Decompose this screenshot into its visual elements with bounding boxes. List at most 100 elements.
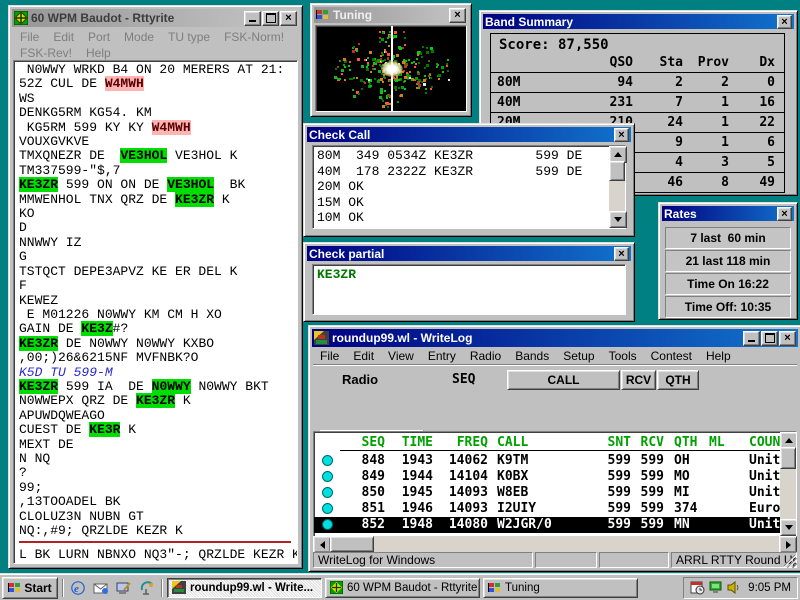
speaker-icon[interactable] xyxy=(726,580,741,595)
terminal-line: MEXT DE xyxy=(19,438,297,452)
terminal-text: 599 ON ON DE xyxy=(58,177,167,192)
menu-view[interactable]: View xyxy=(381,348,421,364)
scroll-down-button[interactable] xyxy=(609,211,627,228)
log-grid-scrollbar[interactable] xyxy=(780,432,796,536)
menu-mode[interactable]: Mode xyxy=(117,29,161,45)
close-button[interactable]: × xyxy=(614,247,629,261)
maximize-button[interactable] xyxy=(761,331,778,346)
tuning-window: Tuning × xyxy=(310,3,472,117)
writelog-toolbar: Radio SEQ CALL RCV QTH 14087 KHzFSK L 85… xyxy=(313,364,797,432)
close-button[interactable]: × xyxy=(777,15,792,29)
channels-icon[interactable] xyxy=(137,578,157,598)
log-row[interactable]: 852194814080W2JGR/0599599MNUnit xyxy=(314,517,796,533)
callsign-highlight: KE3ZR xyxy=(19,379,58,394)
terminal-line: KE3ZR 599 IA DE N0WWY N0WWY BKT xyxy=(19,380,297,394)
scroll-thumb[interactable] xyxy=(330,536,374,552)
maximize-button[interactable] xyxy=(262,11,279,26)
outlook-icon[interactable] xyxy=(91,578,111,598)
windows-flag-icon xyxy=(8,582,21,594)
rates-titlebar[interactable]: Rates × xyxy=(662,206,794,221)
seq-label: SEQ xyxy=(452,372,475,387)
column-header-qth[interactable]: QTH xyxy=(664,435,709,450)
close-button[interactable]: × xyxy=(777,207,792,221)
menu-entry[interactable]: Entry xyxy=(421,348,463,364)
log-row[interactable]: 850194514093W8EB599599MIUnit xyxy=(314,484,796,500)
menu-bands[interactable]: Bands xyxy=(508,348,556,364)
tuning-display[interactable] xyxy=(315,25,467,112)
close-button[interactable]: × xyxy=(280,11,297,26)
minimize-button[interactable] xyxy=(743,331,760,346)
terminal-line: TSTQCT DEPE3APVZ KE ER DEL K xyxy=(19,265,297,279)
qso-bullet xyxy=(314,455,340,466)
check-partial-titlebar[interactable]: Check partial × xyxy=(307,246,631,261)
column-header-rcv[interactable]: RCV xyxy=(631,435,664,450)
menu-contest[interactable]: Contest xyxy=(644,348,699,364)
writelog-titlebar[interactable]: roundup99.wl - WriteLog × xyxy=(312,329,798,347)
qso-count: 231 xyxy=(549,95,633,110)
column-header-ml[interactable]: ML xyxy=(709,435,745,450)
call-column-button[interactable]: CALL xyxy=(507,370,620,390)
dx-count: 16 xyxy=(729,95,775,110)
score-label: Score: 87,550 xyxy=(491,34,784,53)
menu-fsk-norm[interactable]: FSK-Norm! xyxy=(217,29,291,45)
menu-setup[interactable]: Setup xyxy=(556,348,601,364)
task-button-tuning[interactable]: Tuning xyxy=(483,578,638,598)
column-header-time[interactable]: TIME xyxy=(385,435,433,450)
menu-file[interactable]: File xyxy=(313,348,346,364)
show-desktop-icon[interactable] xyxy=(114,578,134,598)
scheduler-icon[interactable] xyxy=(690,580,705,595)
noise-pixel xyxy=(421,56,423,58)
menu-tools[interactable]: Tools xyxy=(602,348,644,364)
tuning-signal-glow xyxy=(381,61,403,77)
log-horizontal-scrollbar[interactable] xyxy=(313,536,797,552)
menu-edit[interactable]: Edit xyxy=(346,348,381,364)
menu-file[interactable]: File xyxy=(13,29,46,45)
taskbar-clock[interactable]: 9:05 PM xyxy=(748,582,791,594)
scroll-left-button[interactable] xyxy=(313,536,331,553)
scroll-thumb[interactable] xyxy=(780,447,796,469)
band-summary-titlebar[interactable]: Band Summary × xyxy=(483,14,794,29)
close-button[interactable]: × xyxy=(449,8,466,23)
menu-help[interactable]: Help xyxy=(79,45,118,61)
check-call-line: 80M 349 0534Z KE3ZR 599 DE xyxy=(317,148,621,164)
menu-help[interactable]: Help xyxy=(699,348,738,364)
log-row[interactable]: 851194614093I2UIY599599374Euro xyxy=(314,501,796,517)
menu-radio[interactable]: Radio xyxy=(463,348,508,364)
close-button[interactable]: × xyxy=(779,331,796,346)
task-button-roundup99-wl-write[interactable]: roundup99.wl - Write... xyxy=(167,578,322,598)
ie-icon[interactable]: e xyxy=(68,578,88,598)
column-header-call[interactable]: CALL xyxy=(488,435,603,450)
cell-seq: 849 xyxy=(340,469,385,484)
dx-count: 6 xyxy=(729,135,775,150)
check-call-scrollbar[interactable] xyxy=(609,146,625,228)
column-header-freq[interactable]: FREQ xyxy=(433,435,488,450)
network-icon[interactable] xyxy=(708,580,723,595)
bullet-dot-icon xyxy=(322,471,333,482)
menu-fsk-rev[interactable]: FSK-Rev! xyxy=(13,45,79,61)
scroll-right-button[interactable] xyxy=(779,536,797,553)
rttyrite-titlebar[interactable]: 60 WPM Baudot - Rttyrite × xyxy=(12,9,299,27)
scroll-thumb[interactable] xyxy=(609,161,625,181)
close-button[interactable]: × xyxy=(614,128,629,142)
noise-pixel xyxy=(366,68,369,71)
menu-edit[interactable]: Edit xyxy=(46,29,81,45)
qth-column-button[interactable]: QTH xyxy=(657,370,699,390)
column-header-seq[interactable]: SEQ xyxy=(340,435,385,450)
quick-launch: e xyxy=(68,578,157,598)
noise-pixel xyxy=(364,82,366,84)
terminal-text: KO xyxy=(19,206,35,221)
menu-tu-type[interactable]: TU type xyxy=(161,29,217,45)
column-header-snt[interactable]: SNT xyxy=(603,435,631,450)
minimize-button[interactable] xyxy=(244,11,261,26)
log-row[interactable]: 848194314062K9TM599599OHUnit xyxy=(314,452,796,468)
menu-port[interactable]: Port xyxy=(81,29,117,45)
rcv-column-button[interactable]: RCV xyxy=(621,370,656,390)
log-row[interactable]: 849194414104K0BX599599MOUnit xyxy=(314,468,796,484)
scroll-down-button[interactable] xyxy=(780,519,797,536)
tuning-titlebar[interactable]: Tuning × xyxy=(314,7,468,23)
start-button[interactable]: Start xyxy=(2,577,58,599)
task-button-60-wpm-baudot-rttyrite[interactable]: 60 WPM Baudot - Rttyrite xyxy=(325,578,480,598)
noise-pixel xyxy=(369,52,371,54)
resize-grip[interactable] xyxy=(784,555,797,568)
check-call-titlebar[interactable]: Check Call × xyxy=(307,127,631,142)
